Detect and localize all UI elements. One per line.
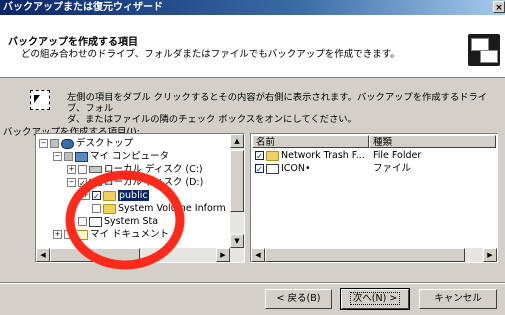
list-item-type: ファイル <box>373 163 412 174</box>
scroll-up-icon[interactable]: ▲ <box>230 134 244 148</box>
next-button[interactable]: 次へ(N) > <box>340 288 410 310</box>
tree-item-label: ローカル ディスク (C:) <box>104 164 203 175</box>
scroll-thumb[interactable] <box>50 248 140 262</box>
list-item-name: Network Trash F... <box>281 150 365 161</box>
tree-item-system-volume[interactable]: System Volume Inform <box>92 202 226 215</box>
backup-tree[interactable]: − デスクトップ − マイ コンピュータ + ローカル ディスク (C:) − ローカル… <box>35 133 245 263</box>
system-state-icon <box>89 216 102 227</box>
tree-item-drive-d[interactable]: − ローカル ディスク (D:) <box>67 176 204 190</box>
desktop-icon <box>61 138 74 149</box>
tree-item-label: public <box>118 190 149 201</box>
checkbox[interactable] <box>92 204 101 213</box>
tree-item-desktop[interactable]: − デスクトップ <box>39 137 133 150</box>
tree-item-label: ローカル ディスク (D:) <box>104 177 204 188</box>
scroll-left-icon[interactable]: ◀ <box>36 248 50 262</box>
tree-item-label: デスクトップ <box>76 138 134 149</box>
scroll-right-icon[interactable]: ▶ <box>216 248 230 262</box>
checkbox[interactable] <box>78 165 87 174</box>
tree-item-label: System Sta <box>104 216 159 227</box>
next-button-label: 次へ(N) > <box>349 292 401 305</box>
collapse-icon[interactable]: − <box>39 139 48 148</box>
drive-icon <box>89 179 102 186</box>
folder-icon <box>266 150 279 161</box>
tree-horizontal-scrollbar[interactable]: ◀ ▶ <box>36 248 244 262</box>
checkbox[interactable] <box>255 150 264 163</box>
folder-icon <box>103 203 116 214</box>
scroll-thumb[interactable] <box>265 248 465 262</box>
expand-icon[interactable]: + <box>67 165 76 174</box>
wizard-header: バックアップを作成する項目 どの組み合わせのドライブ、フォルダまたはファイルでも… <box>0 15 505 78</box>
footer-separator <box>0 282 505 284</box>
cancel-button[interactable]: キャンセル <box>419 289 497 309</box>
double-click-icon <box>30 90 50 110</box>
checkbox[interactable] <box>78 217 87 226</box>
column-header-type[interactable]: 種類 <box>369 135 496 148</box>
file-icon <box>266 163 279 174</box>
folder-icon <box>103 190 116 201</box>
tree-item-label: System Volume Inform <box>118 203 226 214</box>
tree-item-label: マイ ドキュメント <box>90 229 170 240</box>
checkbox[interactable] <box>50 139 59 148</box>
computer-icon <box>75 151 88 162</box>
checkbox[interactable] <box>64 230 73 239</box>
tree-item-public[interactable]: + public <box>81 189 149 203</box>
tree-item-my-documents[interactable]: + マイ ドキュメント <box>53 228 169 241</box>
checkbox[interactable] <box>92 190 101 203</box>
checkbox[interactable] <box>255 163 264 176</box>
tree-item-label: マイ コンピュータ <box>90 151 170 162</box>
checkbox[interactable] <box>78 177 87 190</box>
tree-vertical-scrollbar[interactable]: ▲ ▼ <box>230 134 244 248</box>
scroll-left-icon[interactable]: ◀ <box>251 248 265 262</box>
tree-item-drive-c[interactable]: + ローカル ディスク (C:) <box>67 163 203 176</box>
collapse-icon[interactable]: − <box>67 178 76 187</box>
list-horizontal-scrollbar[interactable]: ◀ ▶ <box>251 248 497 262</box>
checkbox[interactable] <box>64 152 73 161</box>
expand-icon[interactable]: + <box>53 230 62 239</box>
collapse-icon[interactable]: − <box>53 152 62 161</box>
list-item-type: File Folder <box>373 150 422 161</box>
list-item-name: ICON• <box>281 163 311 174</box>
tree-item-system-state[interactable]: System Sta <box>78 215 158 228</box>
page-subtitle: どの組み合わせのドライブ、フォルダまたはファイルでもバックアップを作成できます。 <box>21 49 400 60</box>
column-header-name[interactable]: 名前 <box>252 135 369 148</box>
scroll-right-icon[interactable]: ▶ <box>483 248 497 262</box>
backup-tape-icon <box>468 34 500 66</box>
back-button[interactable]: < 戻る(B) <box>265 289 332 309</box>
scroll-thumb[interactable] <box>230 150 244 212</box>
list-row[interactable]: ICON• <box>255 162 311 176</box>
file-list[interactable]: 名前 種類 Network Trash F... File Folder ICO… <box>250 133 498 263</box>
expand-icon[interactable]: + <box>81 191 90 200</box>
list-row[interactable]: Network Trash F... <box>255 149 365 163</box>
instruction-line-1: 左側の項目をダブル クリックするとその内容が右側に表示されます。バックアップを作… <box>67 92 488 114</box>
scroll-down-icon[interactable]: ▼ <box>230 234 244 248</box>
drive-icon <box>89 166 102 173</box>
window-title: バックアップまたは復元ウィザード <box>3 2 163 13</box>
documents-icon <box>75 229 88 240</box>
title-bar: バックアップまたは復元ウィザード × <box>0 0 505 15</box>
instruction-text: 左側の項目をダブル クリックするとその内容が右側に表示されます。バックアップを作… <box>67 92 497 125</box>
close-button[interactable]: × <box>493 1 505 13</box>
tree-item-my-computer[interactable]: − マイ コンピュータ <box>53 150 169 163</box>
